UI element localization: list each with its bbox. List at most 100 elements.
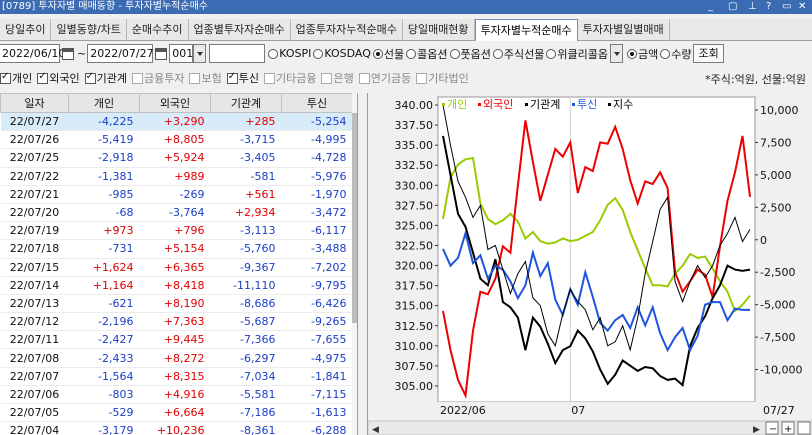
table-row[interactable]: 22/07/21 -985 -269 +561 -1,970: [0, 185, 353, 204]
radio-button-icon[interactable]: [313, 48, 324, 59]
radio-2[interactable]: 선물: [372, 46, 404, 62]
investor-checkbox-2[interactable]: 기관계: [84, 70, 127, 86]
table-row[interactable]: 22/07/06 -803 +4,916 -5,581 -7,115: [0, 385, 353, 405]
table-row[interactable]: 22/07/19 +973 +796 -3,113 -6,117: [0, 221, 353, 241]
table-scrollbar[interactable]: [352, 93, 357, 435]
value-cell: -2,196: [68, 312, 140, 332]
chart-menu-icon[interactable]: [797, 421, 811, 435]
table-row[interactable]: 22/07/15 +1,624 +6,365 -9,367 -7,202: [0, 258, 353, 277]
investor-checkbox-0[interactable]: 개인: [0, 70, 32, 86]
table-row[interactable]: 22/07/14 +1,164 +8,418 -11,110 -9,795: [0, 276, 353, 295]
query-button[interactable]: 조회: [693, 44, 724, 63]
checkbox-icon[interactable]: [358, 72, 370, 84]
table-row[interactable]: 22/07/04 -3,179 +10,236 -8,361 -6,288: [0, 421, 353, 435]
table-row[interactable]: 22/07/08 -2,433 +8,272 -6,297 -4,975: [0, 348, 353, 368]
date-to-input[interactable]: 2022/07/27: [87, 44, 154, 63]
investor-checkbox-5[interactable]: 투신: [226, 70, 259, 86]
radio-6[interactable]: 위클리콜옵: [546, 46, 608, 62]
table-row[interactable]: 22/07/07 -1,564 +8,315 -7,034 -1,841: [0, 367, 353, 386]
tab-4[interactable]: 업종투자자누적순매수: [291, 19, 403, 41]
checkbox-icon[interactable]: [132, 72, 143, 84]
radio-button-icon[interactable]: [660, 48, 671, 59]
value-cell: +4,916: [139, 385, 211, 405]
checkbox-icon[interactable]: [321, 72, 333, 84]
tab-5[interactable]: 당일매매현황: [403, 19, 475, 41]
chart-scrollbar[interactable]: [368, 420, 812, 435]
investor-checkbox-9[interactable]: 기타법인: [416, 70, 469, 86]
table-row[interactable]: 22/07/18 -731 +5,154 -5,760 -3,488: [0, 239, 353, 259]
radio-button-icon[interactable]: [268, 48, 279, 59]
checkbox-icon[interactable]: [189, 72, 201, 84]
table-row[interactable]: 22/07/20 -68 -3,764 +2,934 -3,472: [0, 203, 353, 223]
close-icon[interactable]: ✕: [798, 0, 806, 14]
investor-checkbox-8[interactable]: 연기금등: [358, 70, 411, 86]
table-row[interactable]: 22/07/05 -529 +6,664 -7,186 -1,613: [0, 403, 353, 423]
radio-button-icon[interactable]: [372, 48, 383, 59]
column-header[interactable]: 일자: [0, 93, 69, 113]
minimize-icon[interactable]: _: [708, 0, 713, 14]
help-icon[interactable]: ?: [766, 0, 771, 14]
table-row[interactable]: 22/07/13 -621 +8,190 -8,686 -6,426: [0, 294, 353, 314]
radio-0[interactable]: KOSPI: [268, 46, 311, 62]
pin-icon[interactable]: ⊥: [748, 0, 757, 14]
checkbox-icon[interactable]: [226, 71, 238, 84]
tab-7[interactable]: 투자자별일별매매: [578, 19, 670, 41]
radio-button-icon[interactable]: [449, 48, 460, 59]
radio-4[interactable]: 풋옵션: [449, 46, 491, 62]
left-axis-tick: 307.50: [395, 360, 434, 373]
radio-button-icon[interactable]: [492, 48, 503, 59]
radio-5[interactable]: 주식선물: [492, 46, 544, 62]
table-row[interactable]: 22/07/26 -5,419 +8,805 -3,715 -4,995: [0, 130, 353, 150]
radio-0[interactable]: 금액: [626, 46, 658, 62]
checkbox-icon[interactable]: [37, 71, 49, 84]
table-row[interactable]: 22/07/12 -2,196 +7,363 -5,687 -9,265: [0, 312, 353, 332]
radio-3[interactable]: 콜옵션: [406, 46, 448, 62]
column-header[interactable]: 외국인: [139, 93, 211, 113]
checkbox-icon[interactable]: [84, 71, 96, 84]
table-row[interactable]: 22/07/27 -4,225 +3,290 +285 -5,254: [0, 112, 353, 132]
table-row[interactable]: 22/07/11 -2,427 +9,445 -7,366 -7,655: [0, 330, 353, 350]
tab-0[interactable]: 당일추이: [0, 19, 52, 41]
radio-1[interactable]: 수량: [660, 46, 691, 62]
column-header[interactable]: 투신: [281, 93, 353, 113]
tab-2[interactable]: 순매수추이: [127, 19, 189, 41]
market-dropdown-button[interactable]: [609, 44, 623, 63]
value-cell: -581: [210, 167, 282, 186]
date-cell: 22/07/07: [0, 367, 69, 386]
checkbox-icon[interactable]: [416, 72, 428, 84]
scroll-right-icon[interactable]: ▶: [753, 425, 760, 435]
calendar-icon[interactable]: [155, 47, 168, 60]
value-cell: +2,934: [210, 203, 282, 223]
tab-6[interactable]: 투자자별누적순매수: [474, 19, 578, 41]
zoom-in-glyph[interactable]: +: [784, 424, 792, 435]
investor-checkbox-6[interactable]: 기타금융: [263, 70, 316, 86]
radio-button-icon[interactable]: [406, 48, 417, 59]
scrollbar-thumb[interactable]: [352, 113, 357, 323]
right-axis-tick: -5,000: [760, 299, 795, 312]
checkbox-icon[interactable]: [263, 72, 275, 84]
restore-icon[interactable]: ▭: [782, 0, 791, 14]
calendar-icon[interactable]: [62, 47, 74, 60]
investor-checkbox-1[interactable]: 외국인: [37, 70, 80, 86]
table-row[interactable]: 22/07/25 -2,918 +5,924 -3,405 -4,728: [0, 148, 353, 168]
table-row[interactable]: 22/07/22 -1,381 +989 -581 -5,976: [0, 167, 353, 186]
column-header[interactable]: 기관계: [210, 93, 282, 113]
search-input[interactable]: [209, 44, 266, 63]
date-from-input[interactable]: 2022/06/10: [0, 44, 65, 63]
investor-checkbox-3[interactable]: 금융투자: [132, 70, 184, 86]
radio-button-icon[interactable]: [546, 48, 557, 59]
radio-button-icon[interactable]: [626, 48, 637, 59]
checkbox-icon[interactable]: [0, 71, 11, 84]
value-cell: -2,918: [68, 148, 140, 168]
column-header[interactable]: 개인: [68, 93, 140, 113]
code-input[interactable]: 001: [169, 44, 194, 63]
scroll-left-icon[interactable]: ◀: [372, 425, 379, 435]
zoom-out-glyph[interactable]: −: [769, 424, 777, 435]
investor-checkbox-7[interactable]: 은행: [321, 70, 354, 86]
tab-3[interactable]: 업종별투자자순매수: [189, 19, 291, 41]
code-dropdown-button[interactable]: [193, 44, 207, 63]
investor-checkbox-4[interactable]: 보험: [189, 70, 222, 86]
radio-1[interactable]: KOSDAQ: [313, 46, 371, 62]
window-icon[interactable]: ▢: [728, 0, 737, 14]
tab-1[interactable]: 일별동향/차트: [51, 19, 127, 41]
